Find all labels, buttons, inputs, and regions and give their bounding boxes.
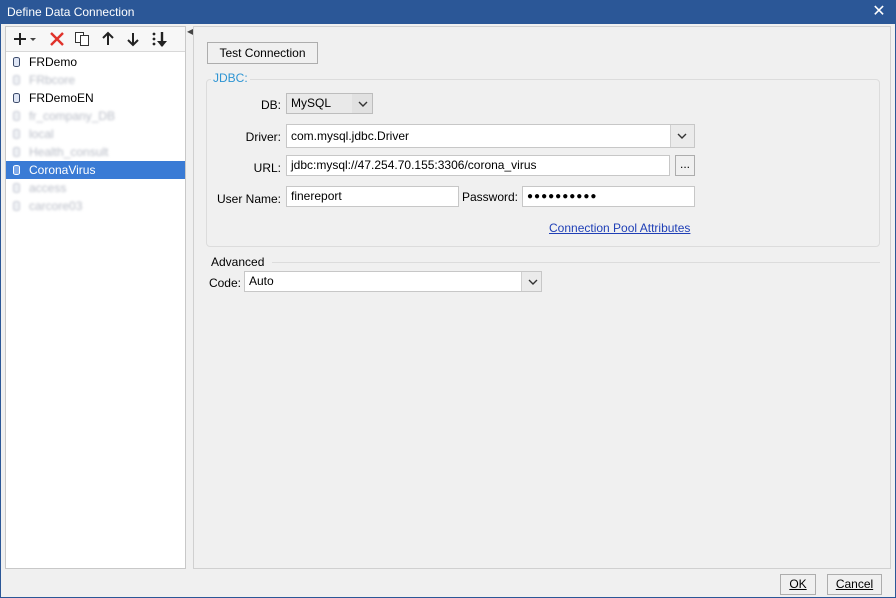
- database-icon: [13, 111, 20, 121]
- connection-item-label: FRbcore: [29, 73, 76, 87]
- connection-settings-panel: Test Connection JDBC: DB: MySQL Driver: …: [193, 26, 891, 569]
- connection-list: FRDemo FRbcore FRDemoEN fr_company_DBlocal H…: [6, 53, 185, 215]
- ok-button-label: OK: [789, 577, 807, 591]
- define-data-connection-dialog: Define Data Connection ✕ FRDemo FRbcore …: [0, 0, 896, 598]
- connection-pool-attributes-link[interactable]: Connection Pool Attributes: [549, 221, 690, 235]
- jdbc-group-label: JDBC:: [211, 71, 250, 85]
- panel-splitter[interactable]: ◀: [187, 26, 193, 569]
- cancel-button[interactable]: Cancel: [827, 574, 882, 595]
- connection-item[interactable]: CoronaVirus: [6, 161, 185, 179]
- copy-icon[interactable]: [71, 29, 93, 49]
- url-label: URL:: [253, 161, 281, 175]
- code-select-value: Auto: [249, 274, 274, 288]
- chevron-down-icon[interactable]: [521, 272, 541, 291]
- connection-item[interactable]: FRDemo: [6, 53, 185, 71]
- database-icon: [13, 147, 20, 157]
- url-input[interactable]: jdbc:mysql://47.254.70.155:3306/corona_v…: [286, 155, 670, 176]
- window-title: Define Data Connection: [7, 5, 135, 19]
- browse-url-button[interactable]: ...: [675, 155, 695, 176]
- database-icon: [13, 201, 20, 211]
- code-label: Code:: [208, 276, 241, 290]
- connection-item[interactable]: Health_consult: [6, 143, 185, 161]
- database-icon: [13, 93, 20, 103]
- database-icon: [13, 129, 20, 139]
- chevron-down-icon[interactable]: [670, 125, 694, 147]
- connection-item[interactable]: carcore03: [6, 197, 185, 215]
- db-label: DB:: [260, 98, 281, 112]
- arrow-up-icon[interactable]: [97, 29, 119, 49]
- close-icon[interactable]: ✕: [867, 2, 891, 22]
- delete-x-icon[interactable]: [46, 29, 68, 49]
- arrow-down-icon[interactable]: [122, 29, 144, 49]
- connection-item[interactable]: FRbcore: [6, 71, 185, 89]
- database-icon: [13, 183, 20, 193]
- driver-select[interactable]: com.mysql.jdbc.Driver: [286, 124, 695, 148]
- code-select[interactable]: Auto: [244, 271, 542, 292]
- driver-select-value: com.mysql.jdbc.Driver: [291, 129, 410, 143]
- connection-item[interactable]: fr_company_DB: [6, 107, 185, 125]
- db-select[interactable]: MySQL: [286, 93, 373, 114]
- connection-item[interactable]: local: [6, 125, 185, 143]
- connection-toolbar: [6, 27, 185, 52]
- connection-item-label: fr_company_DB: [29, 109, 116, 123]
- password-label: Password:: [461, 190, 518, 204]
- title-bar: Define Data Connection ✕: [1, 1, 895, 24]
- connection-item[interactable]: FRDemoEN: [6, 89, 185, 107]
- database-icon: [13, 165, 20, 175]
- driver-label: Driver:: [245, 130, 281, 144]
- connection-item-label: local: [29, 127, 54, 141]
- connection-item-label: FRDemo: [29, 55, 78, 69]
- cancel-button-label: Cancel: [835, 577, 874, 591]
- password-input[interactable]: ●●●●●●●●●●: [522, 186, 695, 207]
- connection-list-panel: FRDemo FRbcore FRDemoEN fr_company_DBlocal H…: [5, 26, 186, 569]
- connection-item-label: FRDemoEN: [29, 91, 94, 105]
- database-icon: [13, 57, 20, 67]
- chevron-down-icon[interactable]: [352, 94, 372, 113]
- connection-item-label: Health_consult: [29, 145, 109, 159]
- connection-item-label: CoronaVirus: [29, 163, 96, 177]
- username-input[interactable]: finereport: [286, 186, 459, 207]
- connection-item-label: access: [29, 181, 67, 195]
- db-select-value: MySQL: [291, 96, 332, 110]
- test-connection-button[interactable]: Test Connection: [207, 42, 318, 64]
- sort-icon[interactable]: [148, 29, 170, 49]
- advanced-divider: [272, 262, 880, 263]
- username-label: User Name:: [216, 192, 281, 206]
- database-icon: [13, 75, 20, 85]
- plus-icon[interactable]: [10, 29, 38, 49]
- advanced-section-label: Advanced: [211, 255, 265, 269]
- connection-item[interactable]: access: [6, 179, 185, 197]
- ok-button[interactable]: OK: [780, 574, 816, 595]
- connection-item-label: carcore03: [29, 199, 83, 213]
